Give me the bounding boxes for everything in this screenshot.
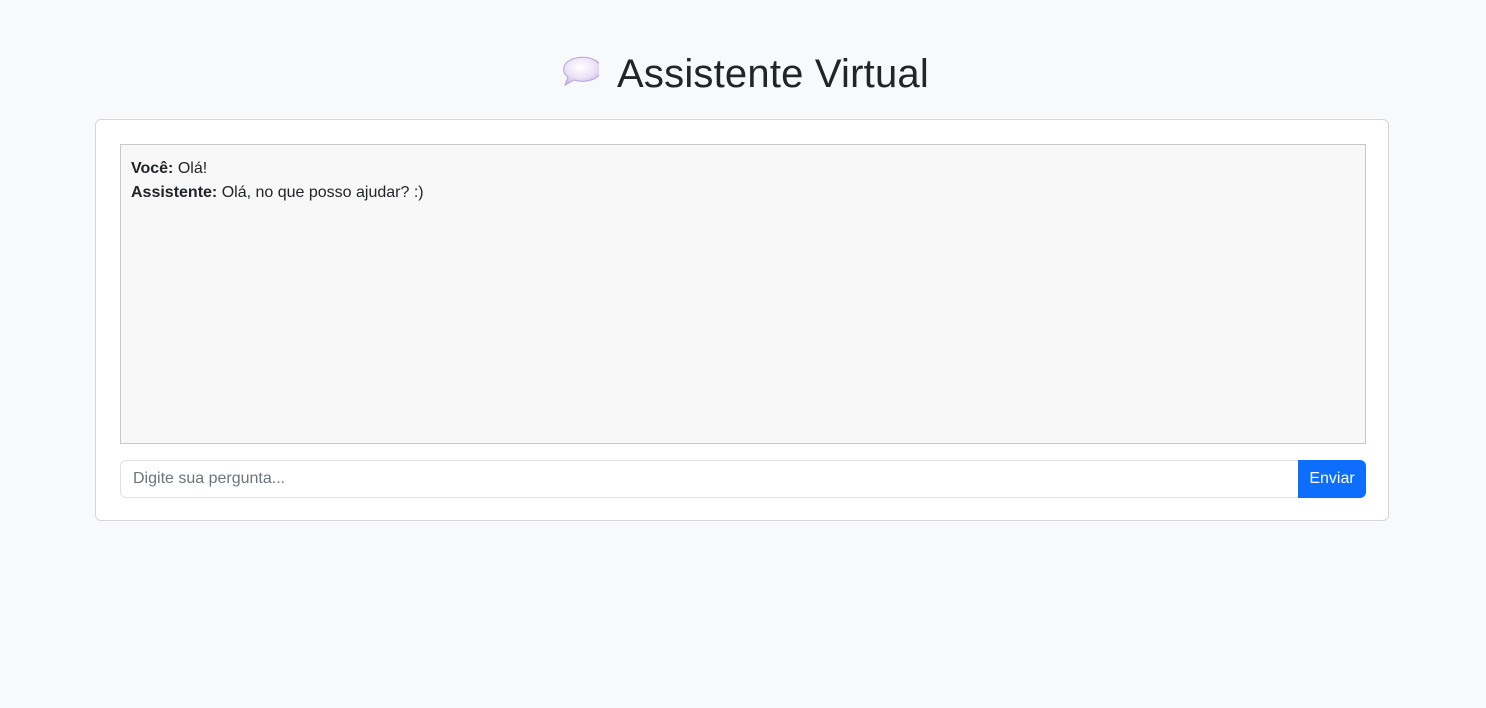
message-sender-label: Você: [131, 160, 174, 177]
message-text: Olá, no que posso ajudar? :) [221, 184, 424, 201]
chat-message-user: Você: Olá! [131, 157, 1355, 181]
page-title: Assistente Virtual [617, 51, 929, 96]
message-sender-label: Assistente: [131, 184, 218, 201]
page-header: Assistente Virtual [0, 46, 1486, 102]
chat-history: Você: Olá! Assistente: Olá, no que posso… [120, 144, 1366, 444]
message-text: Olá! [177, 160, 208, 177]
send-button[interactable]: Enviar [1298, 460, 1366, 498]
chat-card: Você: Olá! Assistente: Olá, no que posso… [95, 119, 1389, 521]
chat-message-assistant: Assistente: Olá, no que posso ajudar? :) [131, 181, 1355, 205]
question-input[interactable] [120, 460, 1298, 498]
speech-balloon-icon [557, 54, 603, 90]
composer: Enviar [120, 460, 1366, 498]
